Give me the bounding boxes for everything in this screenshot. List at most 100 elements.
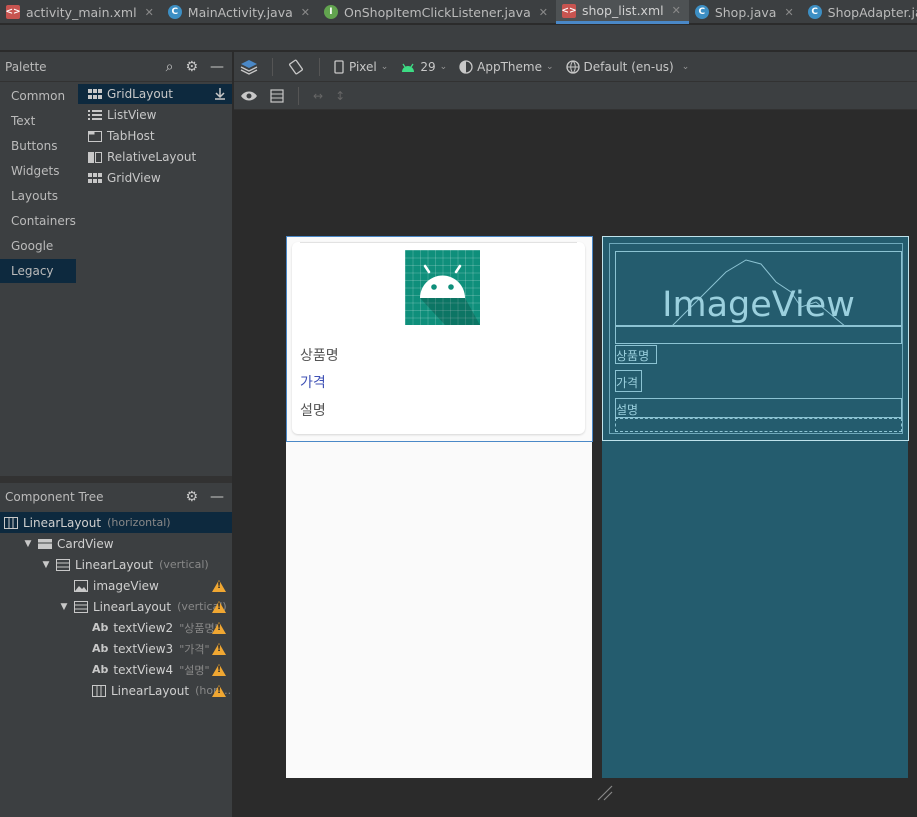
close-icon[interactable]: ✕ <box>539 6 548 19</box>
palette-category-containers[interactable]: Containers <box>0 209 76 233</box>
tree-row[interactable]: ▼ LinearLayout (vertical) <box>0 596 232 617</box>
blueprint-desc-label: 설명 <box>616 403 639 417</box>
palette-item-gridlayout[interactable]: GridLayout <box>78 84 232 104</box>
device-selector[interactable]: Pixel ⌄ <box>334 60 388 74</box>
locale-selector[interactable]: Default (en-us) ⌄ <box>565 59 690 74</box>
xml-file-icon: <> <box>5 5 21 19</box>
tree-row[interactable]: Ab textView4 "설명" <box>0 659 232 680</box>
palette-category-google[interactable]: Google <box>0 234 76 258</box>
tree-row[interactable]: ▼ CardView <box>0 533 232 554</box>
horizontal-resize-button[interactable]: ↔ <box>313 89 323 103</box>
warning-icon[interactable] <box>212 621 226 634</box>
api-level-selector[interactable]: 29 ⌄ <box>400 60 447 74</box>
close-icon[interactable]: ✕ <box>145 6 154 19</box>
api-label: 29 <box>420 59 436 74</box>
palette-item-label: GridView <box>107 171 161 185</box>
blueprint-horizontal-layout[interactable] <box>615 418 902 432</box>
gear-icon[interactable]: ⚙ <box>185 489 198 505</box>
image-icon <box>74 579 88 592</box>
expand-arrow-icon[interactable]: ▼ <box>40 560 52 570</box>
blueprint-toggle-button[interactable] <box>270 88 284 103</box>
globe-icon <box>565 59 580 74</box>
tab-activity-main[interactable]: <> activity_main.xml ✕ <box>0 0 162 24</box>
close-icon[interactable]: ✕ <box>301 6 310 19</box>
preview-price-text[interactable]: 가격 <box>300 372 326 392</box>
tree-row-label: imageView <box>93 578 159 593</box>
palette-category-text[interactable]: Text <box>0 109 76 133</box>
preview-desc-text[interactable]: 설명 <box>300 400 326 420</box>
layers-icon <box>240 59 258 75</box>
linear-vertical-icon <box>74 600 88 613</box>
orientation-button[interactable] <box>287 58 305 76</box>
tree-row-label: LinearLayout <box>93 599 172 614</box>
palette-item-listview[interactable]: ListView <box>78 105 232 125</box>
text-icon: Ab <box>92 621 109 634</box>
warning-icon[interactable] <box>212 642 226 655</box>
horizontal-arrows-icon: ↔ <box>313 88 324 103</box>
vertical-arrows-icon: ↕ <box>335 88 346 103</box>
component-tree-header: Component Tree ⚙ — <box>0 483 232 511</box>
blueprint-price-label: 가격 <box>616 376 639 390</box>
tree-row-detail: "설명" <box>179 663 210 677</box>
blueprint-name-label: 상품명 <box>616 349 650 363</box>
tree-row[interactable]: LinearLayout (hori... <box>0 680 232 701</box>
blueprint-image-view[interactable]: ImageView <box>615 251 902 326</box>
tree-row-label: textView4 <box>113 662 174 677</box>
close-icon[interactable]: ✕ <box>672 4 681 17</box>
gear-icon[interactable]: ⚙ <box>185 59 198 75</box>
close-icon[interactable]: ✕ <box>784 6 793 19</box>
palette-category-common[interactable]: Common <box>0 84 76 108</box>
palette-category-widgets[interactable]: Widgets <box>0 159 76 183</box>
view-options-button[interactable] <box>240 90 258 102</box>
palette-item-tabhost[interactable]: TabHost <box>78 126 232 146</box>
blueprint-desc-text[interactable]: 설명 <box>615 398 902 418</box>
preview-name-text[interactable]: 상품명 <box>300 345 339 365</box>
tab-shop-adapter[interactable]: C ShopAdapter.java ✕ <box>802 0 917 24</box>
layers-button[interactable] <box>240 59 258 75</box>
minimize-icon[interactable]: — <box>210 489 224 505</box>
preview-image-view[interactable] <box>405 250 480 325</box>
tab-label: OnShopItemClickListener.java <box>343 4 531 20</box>
tab-shop[interactable]: C Shop.java ✕ <box>689 0 802 24</box>
palette-category-legacy[interactable]: Legacy <box>0 259 76 283</box>
tab-main-activity[interactable]: C MainActivity.java ✕ <box>162 0 318 24</box>
search-icon[interactable]: ⌕ <box>166 59 174 75</box>
tab-shop-list[interactable]: <> shop_list.xml ✕ <box>555 0 689 24</box>
tree-row-detail: "가격" <box>179 642 210 656</box>
chevron-down-icon: ⌄ <box>681 61 690 72</box>
class-icon: C <box>167 5 182 19</box>
tree-row[interactable]: Ab textView3 "가격" <box>0 638 232 659</box>
palette-category-layouts[interactable]: Layouts <box>0 184 76 208</box>
palette-category-buttons[interactable]: Buttons <box>0 134 76 158</box>
download-icon[interactable] <box>214 88 226 100</box>
panel-splitter[interactable] <box>0 476 232 483</box>
palette-item-gridview[interactable]: GridView <box>78 168 232 188</box>
theme-selector[interactable]: AppTheme ⌄ <box>459 60 554 74</box>
linear-vertical-icon <box>56 558 70 571</box>
resize-handle-icon[interactable] <box>596 784 614 802</box>
palette-item-label: TabHost <box>107 129 155 143</box>
warning-icon[interactable] <box>212 579 226 592</box>
expand-arrow-icon[interactable]: ▼ <box>58 602 70 612</box>
phone-icon <box>334 59 344 74</box>
warning-icon[interactable] <box>212 663 226 676</box>
tree-row[interactable]: ▼ LinearLayout (vertical) <box>0 554 232 575</box>
tree-row[interactable]: imageView <box>0 575 232 596</box>
design-secondary-toolbar: ↔ ↕ <box>234 82 917 110</box>
linear-horizontal-icon <box>92 684 106 697</box>
palette-item-relativelayout[interactable]: RelativeLayout <box>78 147 232 167</box>
tab-label: MainActivity.java <box>187 4 293 20</box>
warning-icon[interactable] <box>212 684 226 697</box>
vertical-resize-button[interactable]: ↕ <box>335 89 345 103</box>
expand-arrow-icon[interactable]: ▼ <box>22 539 34 549</box>
blueprint-price-text[interactable]: 가격 <box>615 370 642 392</box>
tab-label: Shop.java <box>714 4 777 20</box>
tree-row[interactable]: LinearLayout (horizontal) <box>0 512 232 533</box>
minimize-icon[interactable]: — <box>210 59 224 75</box>
warning-icon[interactable] <box>212 600 226 613</box>
tab-onshopitemclicklistener[interactable]: I OnShopItemClickListener.java ✕ <box>318 0 556 24</box>
cardview-icon <box>38 538 52 550</box>
tree-row[interactable]: Ab textView2 "상품명" <box>0 617 232 638</box>
relativelayout-icon <box>88 151 102 163</box>
blueprint-name-text[interactable]: 상품명 <box>615 345 657 364</box>
